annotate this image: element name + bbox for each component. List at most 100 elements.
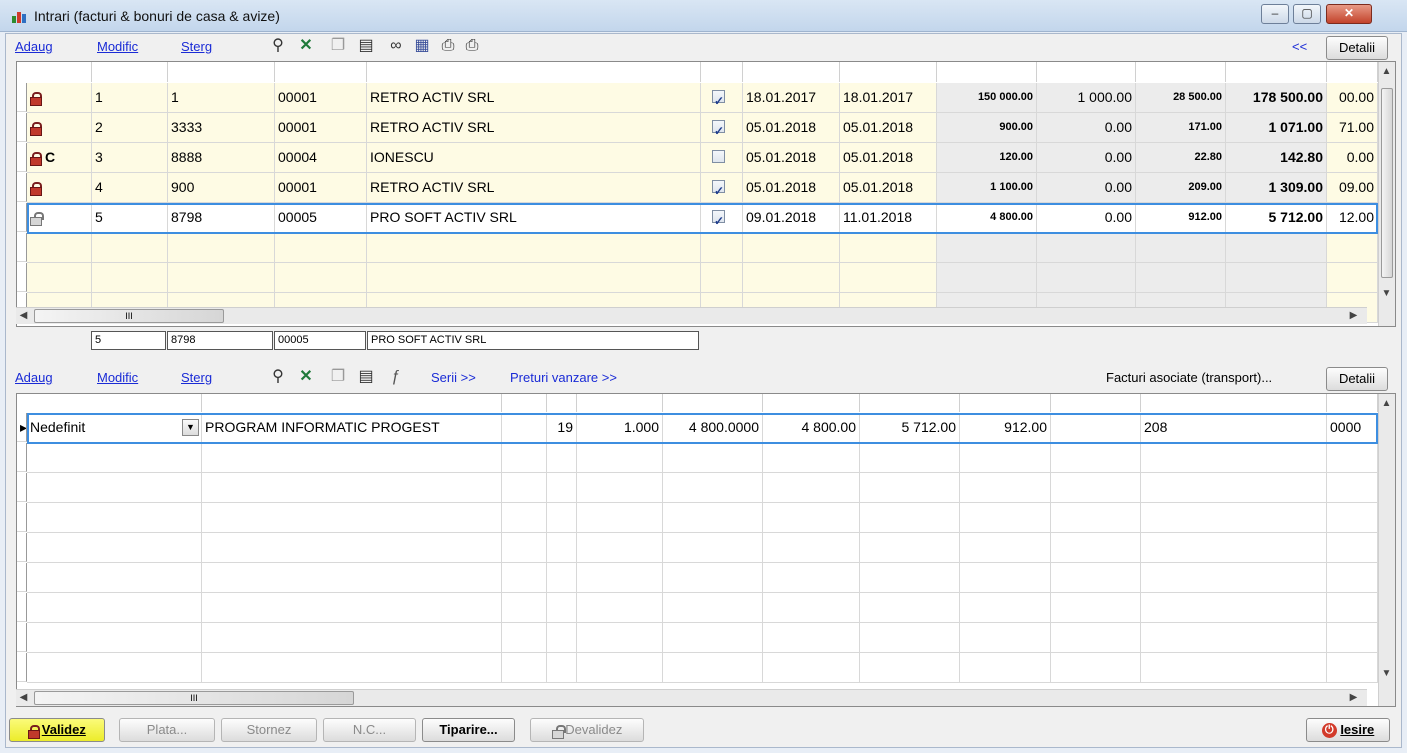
grid-cell[interactable] [27,233,92,263]
grid-cell[interactable] [502,653,547,683]
grid-cell[interactable] [840,263,937,293]
grid-cell[interactable] [860,563,960,593]
tva-inclus-checkbox[interactable] [712,87,725,112]
grid-cell[interactable]: IONESCU [367,143,701,173]
grid-cell[interactable]: 900.00 [937,113,1037,143]
binoculars-icon[interactable]: ⚲ [268,36,288,56]
grid-cell[interactable] [1327,473,1378,503]
grid-cell[interactable]: 4 800.00 [763,413,860,443]
grid-cell[interactable] [960,593,1051,623]
print-button[interactable]: Tiparire... [422,718,515,742]
formula-icon[interactable]: ƒ [386,367,406,387]
scroll-up-icon[interactable]: ▲ [1379,398,1394,409]
copy-icon[interactable]: ❐ [328,367,348,387]
grid-cell[interactable] [1141,623,1327,653]
grid-cell[interactable] [1037,233,1136,263]
grid-cell[interactable]: 05.01.2018 [840,173,937,203]
grid-cell[interactable]: 150 000.00 [937,83,1037,113]
maximize-button[interactable]: ▢ [1293,4,1321,24]
grid-cell[interactable] [27,173,92,203]
grid-cell[interactable]: 05.01.2018 [840,143,937,173]
scroll-down-icon[interactable]: ▼ [1379,668,1394,679]
nc-button[interactable]: N.C... [323,718,416,742]
grid-cell[interactable] [577,623,663,653]
column-header[interactable] [1327,62,1378,82]
grid-cell[interactable] [701,203,743,233]
grid-cell[interactable] [860,593,960,623]
grid-cell[interactable]: 11.01.2018 [840,203,937,233]
grid-cell[interactable]: 00005 [275,203,367,233]
grid-cell[interactable]: 12.00 [1327,203,1378,233]
row-indicator[interactable]: ▸ [17,413,27,442]
grid-cell[interactable] [502,503,547,533]
grid-cell[interactable] [763,563,860,593]
grid-cell[interactable] [547,563,577,593]
grid-cell[interactable]: 178 500.00 [1226,83,1327,113]
binoculars-icon[interactable]: ⚲ [268,367,288,387]
grid-cell[interactable]: 1 071.00 [1226,113,1327,143]
grid-cell[interactable] [502,533,547,563]
grid-cell[interactable] [763,593,860,623]
grid-cell[interactable] [937,233,1037,263]
grid-cell[interactable]: 4 800.0000 [663,413,763,443]
row-indicator[interactable] [17,233,27,262]
grid-cell[interactable] [701,83,743,113]
grid-cell[interactable] [860,653,960,683]
grid-cell[interactable] [663,623,763,653]
grid-cell[interactable] [1141,503,1327,533]
grid-cell[interactable]: 3 [92,143,168,173]
grid-cell[interactable] [763,473,860,503]
paste-icon[interactable]: ▤ [356,36,376,56]
print-preview-icon[interactable]: ⎙ [462,36,482,56]
grid-cell[interactable]: 900 [168,173,275,203]
grid-cell[interactable]: 00004 [275,143,367,173]
copy-icon[interactable]: ❐ [328,36,348,56]
series-link[interactable]: Serii >> [431,370,476,385]
grid-cell[interactable] [663,443,763,473]
grid-cell[interactable] [547,503,577,533]
hscroll-thumb[interactable]: III [34,691,354,705]
row-indicator[interactable] [17,143,27,172]
tva-inclus-checkbox[interactable] [712,177,725,202]
grid-cell[interactable]: 8888 [168,143,275,173]
lines-hscroll[interactable]: ◀ III ▶ [16,689,1367,706]
excel-icon[interactable]: ✕ [296,367,316,387]
grid-cell[interactable] [27,653,202,683]
column-header[interactable] [168,62,275,82]
lines-vscroll[interactable]: ▲ ▼ [1378,394,1395,706]
grid-cell[interactable] [1327,563,1378,593]
column-header[interactable] [1037,62,1136,82]
sale-prices-link[interactable]: Preturi vanzare >> [510,370,617,385]
grid-cell[interactable]: 2 [92,113,168,143]
grid-cell[interactable] [577,443,663,473]
scroll-down-icon[interactable]: ▼ [1379,288,1394,299]
grid-cell[interactable]: 0.00 [1037,173,1136,203]
column-header[interactable] [1141,394,1327,412]
grid-cell[interactable] [577,473,663,503]
tva-inclus-checkbox[interactable] [712,207,725,232]
column-header[interactable] [960,394,1051,412]
grid-cell[interactable] [663,653,763,683]
grid-cell[interactable] [202,593,502,623]
grid-cell[interactable]: 912.00 [960,413,1051,443]
grid-cell[interactable] [1327,263,1378,293]
grid-cell[interactable]: 5 712.00 [860,413,960,443]
grid-cell[interactable] [743,233,840,263]
grid-cell[interactable] [1226,233,1327,263]
grid-cell[interactable]: 00001 [275,113,367,143]
delete-line-link[interactable]: Sterg [181,370,212,385]
grid-cell[interactable] [860,473,960,503]
grid-cell[interactable]: 208 [1141,413,1327,443]
column-header[interactable] [1327,394,1378,412]
grid-cell[interactable]: 05.01.2018 [743,143,840,173]
grid-cell[interactable] [168,233,275,263]
grid-cell[interactable] [1051,413,1141,443]
column-header[interactable] [502,394,547,412]
grid-cell[interactable] [275,263,367,293]
grid-cell[interactable]: Nedefinit ▼ [27,413,202,443]
grid-cell[interactable] [701,143,743,173]
grid-cell[interactable] [577,593,663,623]
grid-cell[interactable] [860,503,960,533]
grid-cell[interactable] [860,623,960,653]
unvalidate-button[interactable]: Devalidez [530,718,644,742]
